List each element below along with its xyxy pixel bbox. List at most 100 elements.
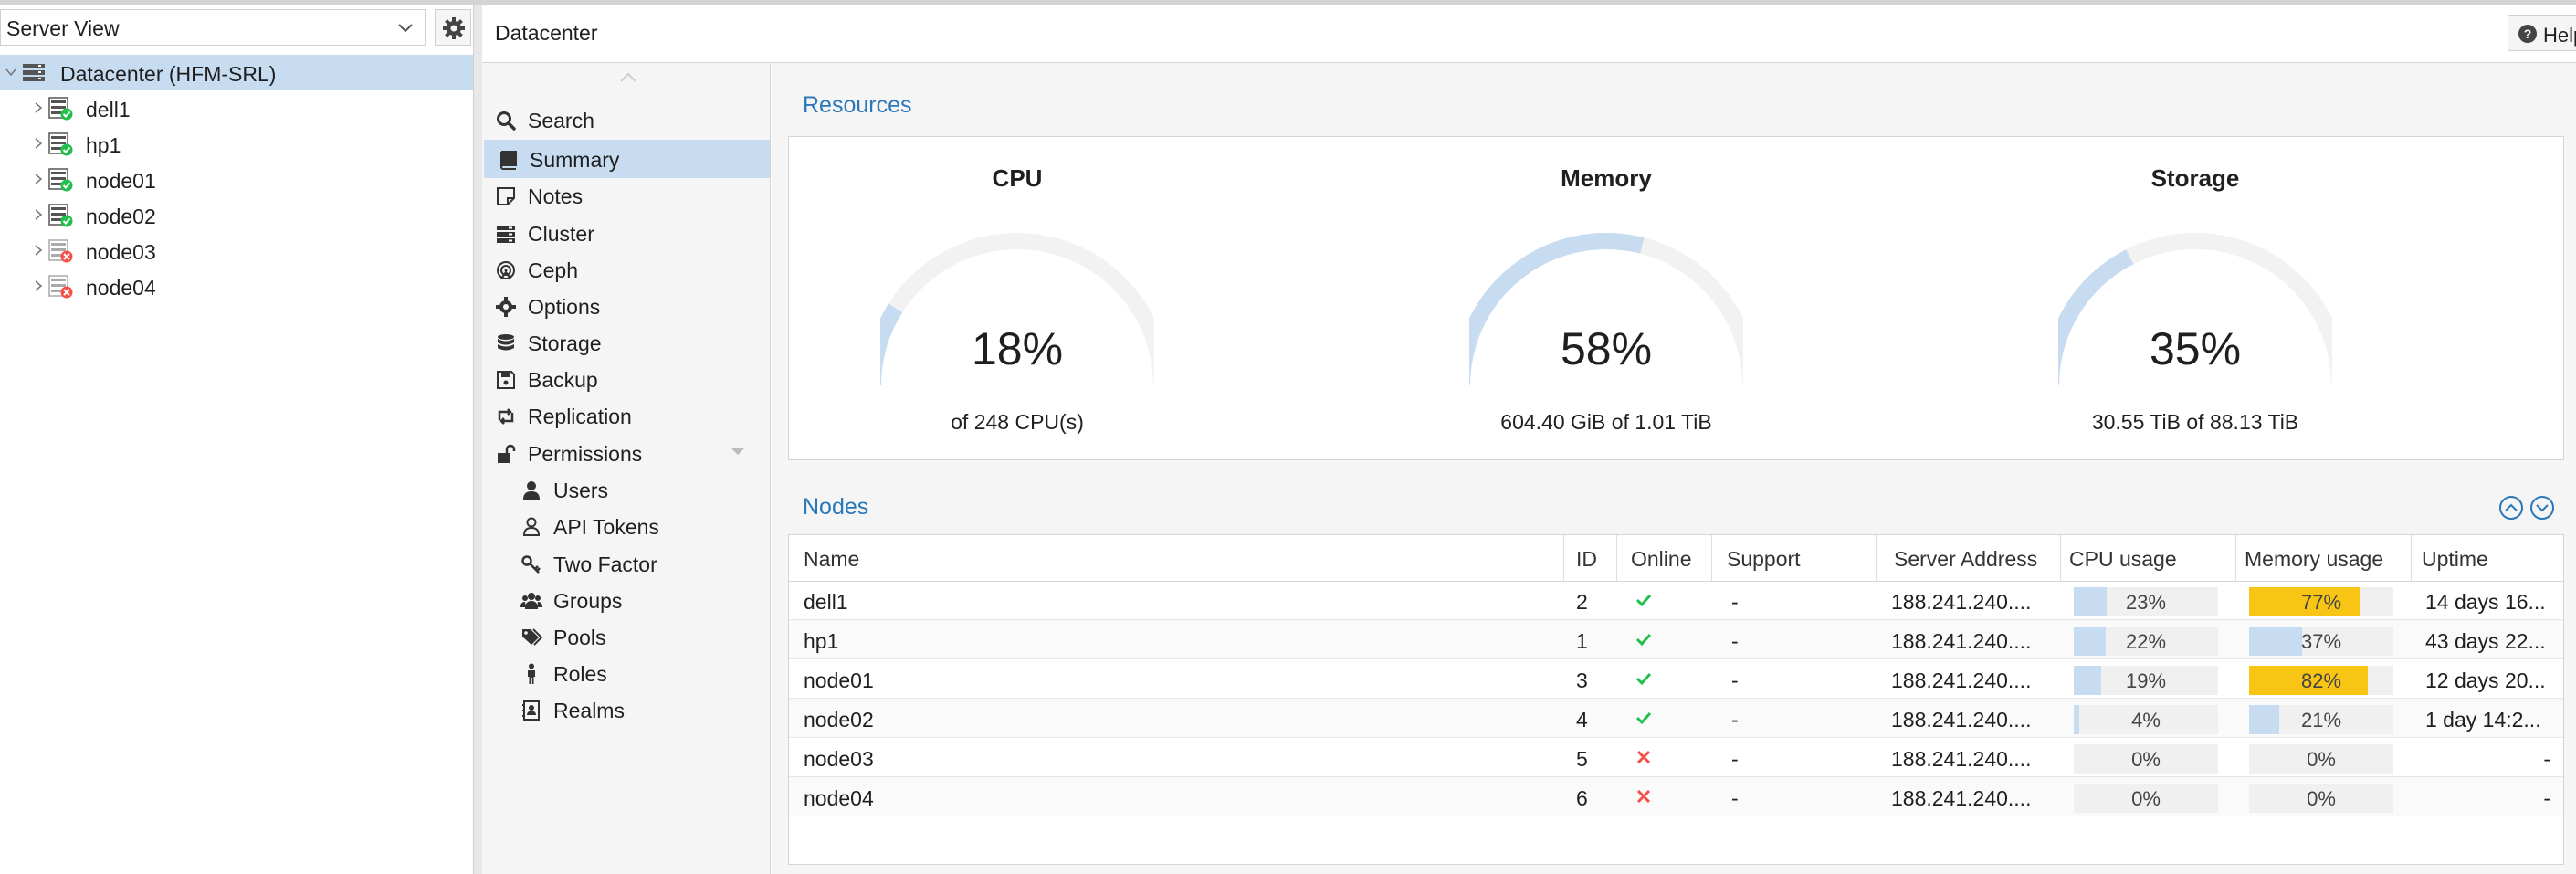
column-header-name[interactable]: Name [804, 547, 859, 572]
menu-item-ceph[interactable]: Ceph [482, 250, 770, 289]
table-row[interactable]: hp1 1 - 188.241.240.... 22% 37% 43 days 22... [789, 620, 2563, 659]
node-support: - [1731, 786, 1739, 810]
book-icon [500, 151, 517, 170]
node-uptime: - [2543, 747, 2550, 771]
column-header-server-address[interactable]: Server Address [1894, 547, 2037, 572]
chevron-right-icon[interactable] [31, 207, 46, 222]
menu-item-groups[interactable]: Groups [482, 581, 770, 619]
menu-item-label: Permissions [528, 442, 643, 466]
table-row[interactable]: node04 6 - 188.241.240.... 0% 0% - [789, 777, 2563, 816]
tree-item-datacenter[interactable]: Datacenter (HFM-SRL) [0, 55, 473, 90]
menu-item-notes[interactable]: Notes [482, 176, 770, 215]
key-icon [521, 555, 541, 574]
user-outline-icon [522, 517, 541, 536]
menu-item-options[interactable]: Options [482, 287, 770, 325]
column-separator[interactable] [1711, 535, 1712, 581]
cpu-usage-bar: 0% [2074, 744, 2218, 774]
question-circle-icon: ? [2518, 25, 2537, 43]
chevron-right-icon[interactable] [31, 243, 46, 258]
gauge-title: CPU [992, 164, 1043, 192]
resource-tree-panel: Server View Datacenter (HFM-SRL) dell1 hp1… [0, 5, 473, 874]
gauge-storage: Storage 35% 30.55 TiB of 88.13 TiB [2003, 137, 2387, 457]
cpu-usage-bar: 22% [2074, 627, 2218, 656]
column-separator[interactable] [2060, 535, 2061, 581]
collapse-up-icon[interactable] [2497, 494, 2525, 521]
chevron-right-icon[interactable] [31, 279, 46, 293]
menu-item-pools[interactable]: Pools [482, 617, 770, 656]
node-address: 188.241.240.... [1891, 629, 2032, 653]
node-support: - [1731, 669, 1739, 692]
node-icon [48, 168, 73, 192]
ceph-icon [497, 261, 515, 279]
node-address: 188.241.240.... [1891, 786, 2032, 810]
chevron-right-icon[interactable] [31, 172, 46, 186]
menu-item-users[interactable]: Users [482, 470, 770, 509]
chevron-down-icon [398, 24, 413, 33]
memory-usage-text: 77% [2300, 591, 2342, 614]
node-icon [48, 239, 73, 263]
chevron-down-icon[interactable] [4, 65, 18, 79]
tree-item-node[interactable]: node03 [0, 233, 473, 269]
resource-tree: Datacenter (HFM-SRL) dell1 hp1 node01 node02… [0, 55, 473, 304]
node-name: hp1 [804, 629, 839, 653]
check-icon [1635, 672, 1652, 686]
tree-settings-button[interactable] [435, 9, 471, 46]
column-separator[interactable] [1616, 535, 1617, 581]
column-header-support[interactable]: Support [1727, 547, 1801, 572]
menu-item-replication[interactable]: Replication [482, 396, 770, 435]
menu-item-api-tokens[interactable]: API Tokens [482, 507, 770, 545]
column-separator[interactable] [2411, 535, 2412, 581]
tree-item-node[interactable]: dell1 [0, 90, 473, 126]
cpu-usage-bar: 0% [2074, 784, 2218, 813]
tree-item-node[interactable]: node04 [0, 269, 473, 304]
column-separator[interactable] [1563, 535, 1564, 581]
users-icon [520, 593, 542, 609]
menu-item-label: Notes [528, 184, 584, 208]
node-icon [48, 97, 73, 121]
view-selector-value: Server View [6, 16, 120, 40]
menu-item-realms[interactable]: Realms [482, 690, 770, 729]
menu-item-backup[interactable]: Backup [482, 360, 770, 398]
gauge-subtitle: 604.40 GiB of 1.01 TiB [1500, 410, 1712, 434]
node-id: 1 [1576, 629, 1588, 653]
help-button[interactable]: ? Help [2508, 15, 2576, 51]
menu-item-cluster[interactable]: Cluster [482, 214, 770, 252]
chevron-right-icon[interactable] [31, 136, 46, 151]
table-row[interactable]: node01 3 - 188.241.240.... 19% 82% 12 days 20.… [789, 659, 2563, 699]
tree-item-node[interactable]: node02 [0, 197, 473, 233]
column-header-memory-usage[interactable]: Memory usage [2245, 547, 2383, 572]
node-uptime: 1 day 14:2... [2425, 708, 2541, 732]
resources-title: Resources [803, 92, 912, 118]
check-icon [1635, 594, 1652, 607]
table-row[interactable]: node02 4 - 188.241.240.... 4% 21% 1 day 14:2..… [789, 699, 2563, 738]
expand-down-icon[interactable] [2529, 494, 2556, 521]
column-separator[interactable] [2235, 535, 2236, 581]
tree-item-node[interactable]: node01 [0, 162, 473, 197]
column-header-online[interactable]: Online [1631, 547, 1691, 572]
menu-item-storage[interactable]: Storage [482, 323, 770, 362]
retweet-icon [498, 408, 514, 425]
column-header-id[interactable]: ID [1576, 547, 1597, 572]
tree-item-label: hp1 [86, 133, 121, 157]
resources-panel-header: Resources [788, 78, 2564, 136]
menu-item-roles[interactable]: Roles [482, 654, 770, 692]
cpu-usage-text: 22% [2125, 630, 2167, 653]
view-selector[interactable]: Server View [0, 9, 426, 46]
scroll-up-icon[interactable] [610, 68, 647, 85]
table-row[interactable]: dell1 2 - 188.241.240.... 23% 77% 14 days 16..… [789, 581, 2563, 620]
chevron-right-icon[interactable] [31, 100, 46, 115]
menu-item-search[interactable]: Search [482, 100, 770, 139]
column-header-cpu-usage[interactable]: CPU usage [2069, 547, 2177, 572]
column-header-uptime[interactable]: Uptime [2422, 547, 2488, 572]
memory-usage-bar: 37% [2249, 627, 2393, 656]
menu-item-two-factor[interactable]: Two Factor [482, 544, 770, 583]
menu-item-label: Users [553, 479, 609, 502]
menu-item-permissions[interactable]: Permissions [482, 434, 770, 472]
node-support: - [1731, 747, 1739, 771]
tree-item-node[interactable]: hp1 [0, 126, 473, 162]
panel-splitter[interactable] [473, 5, 482, 874]
table-row[interactable]: node03 5 - 188.241.240.... 0% 0% - [789, 738, 2563, 777]
column-separator[interactable] [1876, 535, 1877, 581]
tree-item-label: node02 [86, 205, 156, 228]
menu-item-summary[interactable]: Summary [484, 140, 770, 178]
